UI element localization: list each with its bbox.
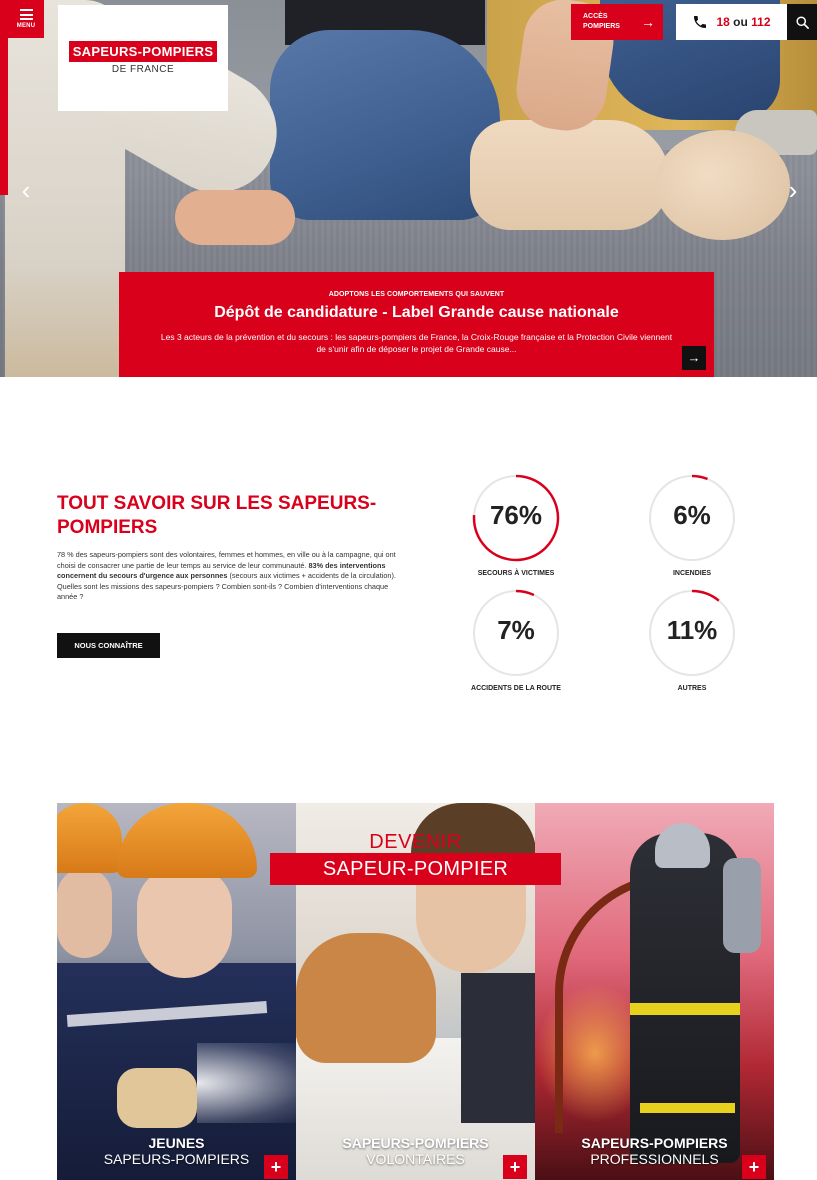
- panel-professionnels-line1: SAPEURS-POMPIERS: [581, 1135, 728, 1151]
- search-button[interactable]: [787, 4, 817, 40]
- stat-autres: 11% AUTRES: [627, 589, 757, 692]
- devenir-heading-line1: DEVENIR: [369, 831, 462, 853]
- devenir-heading-line2: SAPEUR-POMPIER: [270, 853, 561, 885]
- acces-pompiers-label: ACCÈS POMPIERS: [583, 13, 620, 30]
- emergency-number-112: 112: [751, 15, 771, 29]
- plus-icon[interactable]: +: [742, 1155, 766, 1179]
- menu-button[interactable]: MENU: [8, 0, 44, 38]
- jsp-glove: [117, 1068, 197, 1128]
- panel-jeunes-label[interactable]: JEUNES SAPEURS-POMPIERS: [57, 1135, 296, 1167]
- stat-label-accidents: ACCIDENTS DE LA ROUTE: [471, 685, 561, 692]
- emergency-number-18: 18: [716, 15, 730, 29]
- hero-title[interactable]: Dépôt de candidature - Label Grande caus…: [119, 304, 714, 322]
- spv-uniform: [461, 973, 535, 1123]
- hero-description: Les 3 acteurs de la prévention et du sec…: [160, 332, 673, 354]
- plus-icon[interactable]: +: [264, 1155, 288, 1179]
- slider-prev-icon[interactable]: ‹: [16, 176, 36, 204]
- slider-next-icon[interactable]: ›: [783, 176, 803, 204]
- panel-volontaires-line2: VOLONTAIRES: [366, 1151, 465, 1167]
- spp-air-tank: [723, 858, 761, 953]
- spv-child-head: [296, 933, 436, 1063]
- hero-manikin-head: [655, 130, 790, 240]
- nous-connaitre-button[interactable]: NOUS CONNAÎTRE: [57, 633, 160, 658]
- jsp-face: [137, 868, 232, 978]
- jsp-face-back: [57, 868, 112, 958]
- panel-jeunes-line2: SAPEURS-POMPIERS: [103, 1151, 250, 1167]
- logo-wordmark: SAPEURS-POMPIERS: [68, 41, 218, 62]
- panel-jeunes[interactable]: JEUNES SAPEURS-POMPIERS +: [57, 803, 296, 1180]
- panel-professionnels[interactable]: SAPEURS-POMPIERS PROFESSIONNELS +: [535, 803, 774, 1180]
- panel-professionnels-line2: PROFESSIONNELS: [590, 1151, 719, 1167]
- hero-read-more-arrow-icon[interactable]: →: [682, 346, 706, 370]
- stat-value-secours: 76%: [489, 500, 543, 530]
- phone-icon: [694, 16, 707, 28]
- emergency-numbers[interactable]: 18 ou 112: [676, 4, 787, 40]
- stat-value-autres: 11%: [666, 615, 718, 645]
- stat-value-incendies: 6%: [673, 500, 711, 530]
- emergency-number-text: 18 ou 112: [716, 15, 770, 29]
- hero-kicker: ADOPTONS LES COMPORTEMENTS QUI SAUVENT: [328, 291, 505, 298]
- hero-manikin: [470, 120, 670, 230]
- hero-caption[interactable]: ADOPTONS LES COMPORTEMENTS QUI SAUVENT D…: [119, 272, 714, 377]
- hero-kneeling-person: [270, 30, 500, 220]
- acces-pompiers-button[interactable]: ACCÈS POMPIERS →: [571, 4, 663, 40]
- stat-value-accidents: 7%: [497, 615, 535, 645]
- emergency-number-separator: ou: [729, 15, 752, 29]
- site-logo[interactable]: SAPEURS-POMPIERS DE FRANCE: [58, 5, 228, 111]
- devenir-section: JEUNES SAPEURS-POMPIERS + SAPEURS-POMPIE…: [57, 803, 774, 1180]
- hamburger-icon: [19, 9, 33, 20]
- stat-incendies: 6% INCENDIES: [627, 474, 757, 577]
- stat-accidents-route: 7% ACCIDENTS DE LA ROUTE: [451, 589, 581, 692]
- hero-hands-left: [175, 190, 295, 245]
- stats-description: 78 % des sapeurs-pompiers sont des volon…: [57, 550, 407, 603]
- stats-title: TOUT SAVOIR SUR LES SAPEURS-POMPIERS: [57, 493, 377, 538]
- stat-label-secours: SECOURS À VICTIMES: [477, 570, 555, 577]
- spp-yellow-band: [630, 1003, 740, 1015]
- stat-label-incendies: INCENDIES: [672, 570, 712, 577]
- panel-jeunes-line1: JEUNES: [148, 1135, 205, 1151]
- panel-volontaires-label[interactable]: SAPEURS-POMPIERS VOLONTAIRES: [296, 1135, 535, 1167]
- panel-professionnels-label[interactable]: SAPEURS-POMPIERS PROFESSIONNELS: [535, 1135, 774, 1167]
- stat-secours-victimes: 76% SECOURS À VICTIMES: [451, 474, 581, 577]
- arrow-right-icon: →: [641, 14, 655, 30]
- plus-icon[interactable]: +: [503, 1155, 527, 1179]
- menu-label: MENU: [16, 23, 36, 29]
- stat-label-autres: AUTRES: [677, 685, 707, 692]
- spp-yellow-band-lower: [640, 1103, 735, 1113]
- search-icon: [795, 15, 809, 29]
- jsp-water-spray: [197, 1043, 296, 1123]
- panel-volontaires-line1: SAPEURS-POMPIERS: [342, 1135, 489, 1151]
- logo-subtitle: DE FRANCE: [111, 64, 175, 75]
- side-red-strip: [0, 0, 8, 195]
